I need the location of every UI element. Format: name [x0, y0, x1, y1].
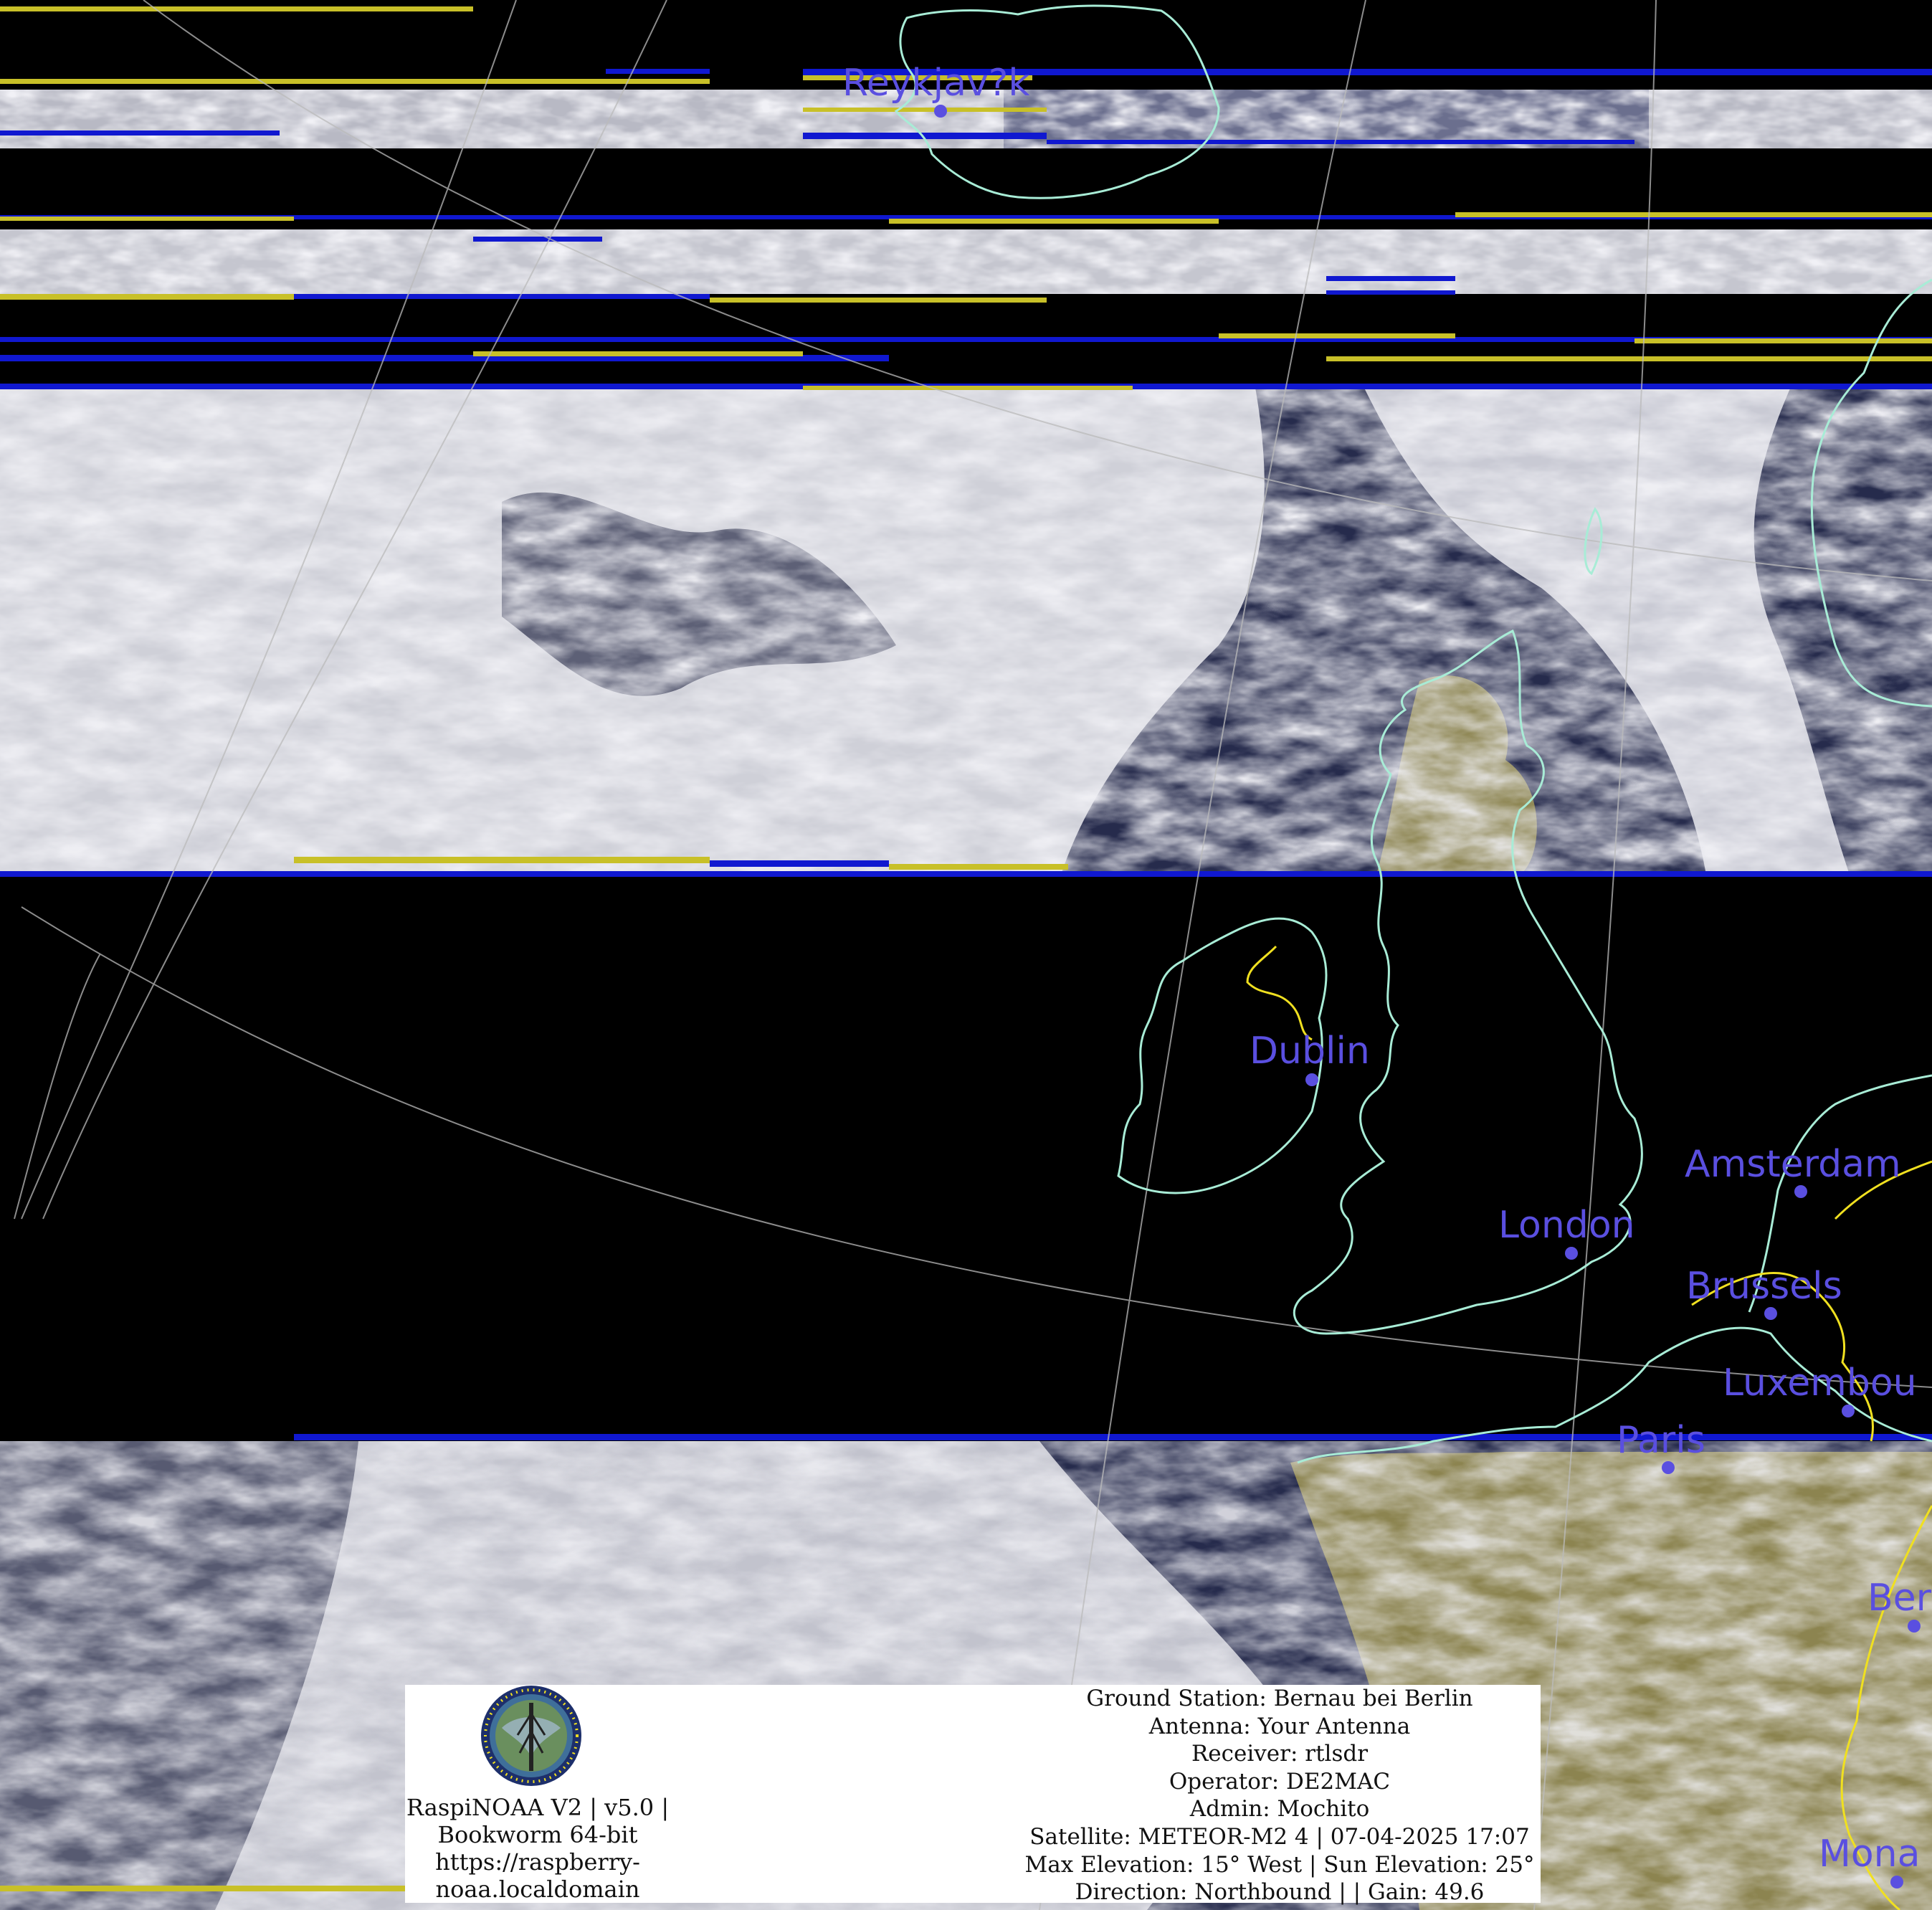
city-dot-paris	[1662, 1461, 1675, 1474]
software-line: https://raspberry-	[435, 1848, 640, 1876]
ground-station-line: Ground Station: Bernau bei Berlin	[1086, 1686, 1473, 1711]
footer-left: RaspiNOAA V2 | v5.0 | Bookworm 64-bit ht…	[405, 1685, 670, 1903]
city-label-amsterdam: Amsterdam	[1685, 1143, 1901, 1186]
city-dot-bern	[1908, 1620, 1921, 1633]
city-label-london: London	[1498, 1204, 1635, 1247]
software-line: noaa.localdomain	[435, 1876, 640, 1903]
software-info: RaspiNOAA V2 | v5.0 | Bookworm 64-bit ht…	[405, 1794, 670, 1903]
city-label-reykjavik: Reykjav?k	[842, 62, 1030, 105]
city-label-paris: Paris	[1617, 1419, 1705, 1462]
city-label-monaco: Mona	[1819, 1833, 1921, 1876]
pass-info: Ground Station: Bernau bei Berlin Antenn…	[882, 1685, 1678, 1906]
city-label-bern: Ber	[1867, 1577, 1932, 1620]
antenna-line: Antenna: Your Antenna	[1148, 1713, 1411, 1739]
city-label-luxembourg: Luxembou	[1723, 1362, 1917, 1405]
receiver-line: Receiver: rtlsdr	[1191, 1741, 1369, 1767]
direction-line: Direction: Northbound | | Gain: 49.6	[1075, 1879, 1485, 1906]
satellite-line: Satellite: METEOR-M2 4 | 07-04-2025 17:0…	[1029, 1823, 1530, 1850]
operator-line: Operator: DE2MAC	[1169, 1768, 1391, 1795]
city-dot-amsterdam	[1794, 1185, 1807, 1198]
city-dot-monaco	[1890, 1876, 1903, 1888]
city-label-dublin: Dublin	[1250, 1030, 1370, 1073]
satellite-image	[0, 0, 1932, 1910]
admin-line: Admin: Mochito	[1189, 1796, 1370, 1823]
city-dot-london	[1565, 1247, 1578, 1260]
image-strip-top-2	[0, 229, 1932, 294]
city-dot-dublin	[1305, 1073, 1318, 1086]
city-dot-luxembourg	[1842, 1405, 1855, 1417]
city-label-brussels: Brussels	[1686, 1265, 1842, 1308]
city-dot-reykjavik	[934, 105, 947, 118]
elevation-line: Max Elevation: 15° West | Sun Elevation:…	[1024, 1851, 1535, 1878]
image-strip-middle	[0, 384, 1932, 875]
city-dot-brussels	[1764, 1307, 1777, 1320]
software-line: RaspiNOAA V2 | v5.0 |	[406, 1794, 670, 1821]
raspinoaa-logo-icon	[481, 1686, 581, 1786]
software-line: Bookworm 64-bit	[437, 1821, 638, 1848]
